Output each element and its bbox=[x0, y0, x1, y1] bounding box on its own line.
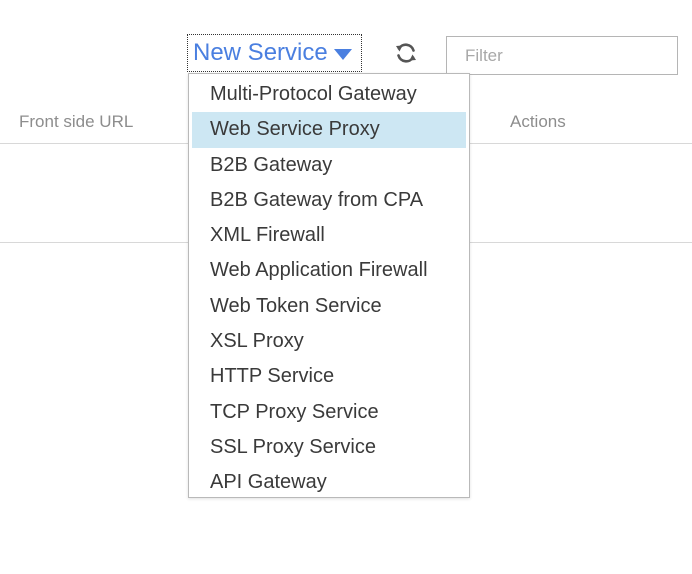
menu-item-web-token-service[interactable]: Web Token Service bbox=[192, 289, 466, 324]
new-service-button[interactable]: New Service bbox=[187, 34, 362, 72]
services-page: New Service Front side URL Actions Multi… bbox=[0, 0, 692, 574]
menu-item-ssl-proxy-service[interactable]: SSL Proxy Service bbox=[192, 430, 466, 465]
menu-item-xsl-proxy[interactable]: XSL Proxy bbox=[192, 324, 466, 359]
menu-item-http-service[interactable]: HTTP Service bbox=[192, 359, 466, 394]
menu-item-b2b-gateway[interactable]: B2B Gateway bbox=[192, 148, 466, 183]
menu-item-xml-firewall[interactable]: XML Firewall bbox=[192, 218, 466, 253]
new-service-dropdown-menu: Multi-Protocol Gateway Web Service Proxy… bbox=[188, 73, 470, 498]
column-header-actions: Actions bbox=[510, 112, 566, 131]
column-header-front-side-url: Front side URL bbox=[19, 112, 134, 131]
menu-item-web-service-proxy[interactable]: Web Service Proxy bbox=[192, 112, 466, 148]
menu-item-tcp-proxy-service[interactable]: TCP Proxy Service bbox=[192, 395, 466, 430]
refresh-icon bbox=[396, 43, 416, 63]
menu-item-b2b-gateway-from-cpa[interactable]: B2B Gateway from CPA bbox=[192, 183, 466, 218]
menu-item-multi-protocol-gateway[interactable]: Multi-Protocol Gateway bbox=[192, 77, 466, 112]
new-service-label: New Service bbox=[193, 39, 328, 66]
filter-input[interactable] bbox=[446, 36, 678, 75]
refresh-button[interactable] bbox=[393, 40, 419, 66]
menu-item-api-gateway[interactable]: API Gateway bbox=[192, 465, 466, 500]
caret-down-icon bbox=[333, 48, 352, 60]
menu-item-web-application-firewall[interactable]: Web Application Firewall bbox=[192, 253, 466, 288]
